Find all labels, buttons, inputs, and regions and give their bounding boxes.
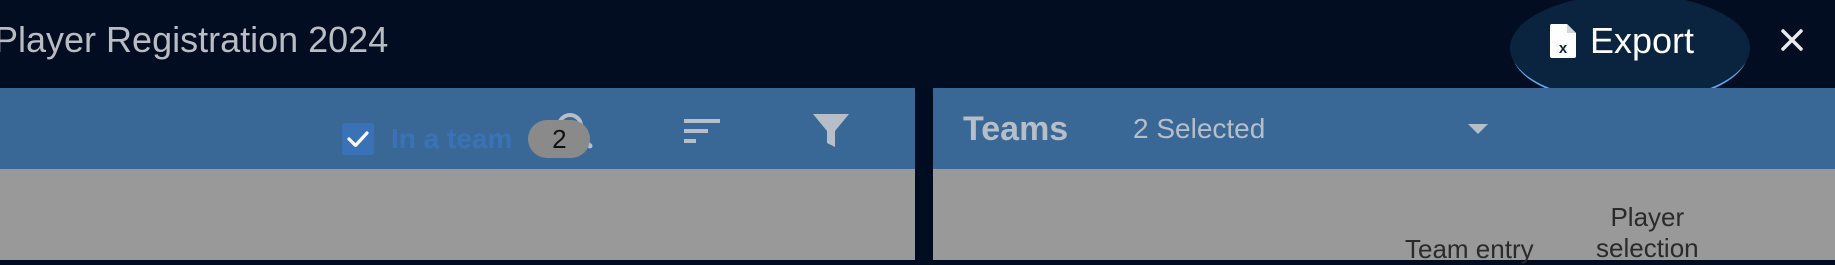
filter-icon[interactable] (811, 110, 851, 150)
panel-divider (915, 88, 933, 260)
column-header-player-selection-line1: Player (1610, 202, 1685, 232)
excel-file-icon: x (1550, 24, 1576, 58)
page-title: Player Registration 2024 (0, 19, 389, 60)
checkmark-icon (347, 131, 369, 148)
top-bar: Player Registration 2024 x Export (0, 0, 1835, 104)
in-team-count-badge: 2 (528, 120, 591, 158)
teams-panel: Teams 2 Selected (933, 88, 1835, 260)
teams-select-dropdown[interactable]: 2 Selected (1133, 102, 1513, 154)
in-team-label: In a team (391, 123, 513, 154)
dropdown-arrow-icon (1468, 124, 1488, 134)
close-button[interactable] (1774, 22, 1810, 58)
in-team-checkbox[interactable] (342, 123, 374, 155)
teams-toolbar: Teams 2 Selected (933, 88, 1835, 169)
close-icon (1781, 29, 1803, 51)
players-panel (0, 88, 915, 260)
players-list-area (0, 169, 915, 260)
export-button[interactable]: x Export (1550, 18, 1694, 64)
export-label: Export (1590, 20, 1695, 61)
teams-table-area (933, 169, 1835, 260)
teams-title: Teams (963, 110, 1069, 148)
teams-select-value: 2 Selected (1133, 113, 1266, 144)
column-header-player-selection[interactable]: Player selection (1596, 202, 1699, 264)
svg-text:x: x (1559, 40, 1568, 57)
in-team-filter[interactable]: In a team 2 (342, 119, 591, 159)
column-header-player-selection-line2: selection (1596, 233, 1699, 263)
column-header-team-entry-line2: Team entry (1405, 234, 1534, 264)
column-header-team-entry[interactable]: Team entry (1405, 234, 1534, 265)
sort-icon[interactable] (682, 110, 722, 150)
